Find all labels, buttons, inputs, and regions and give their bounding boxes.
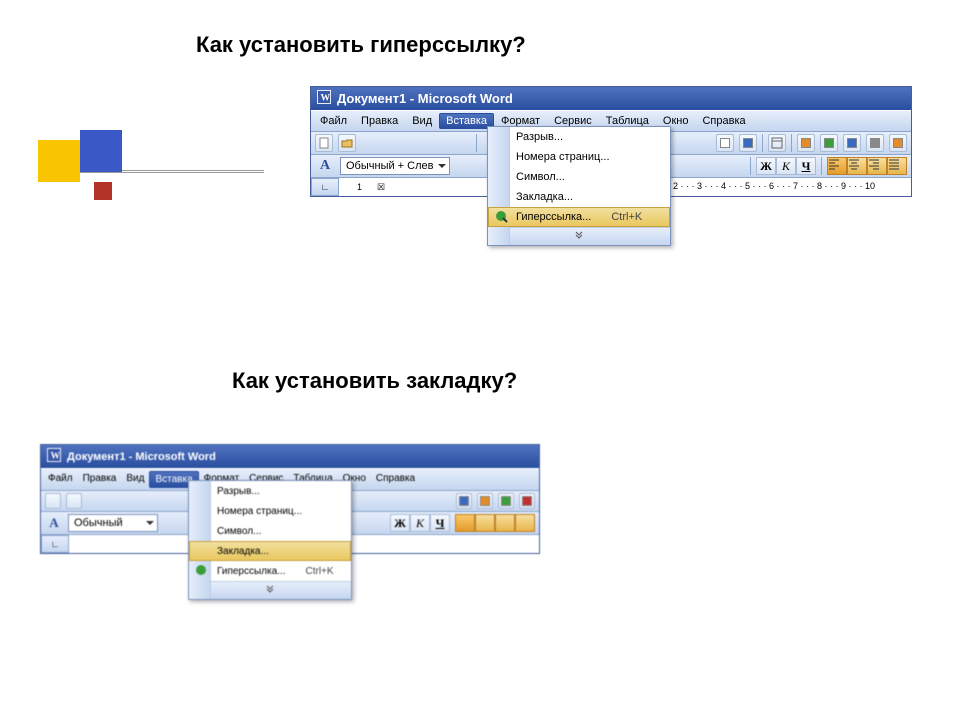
bold-button[interactable]: Ж	[756, 157, 776, 175]
dd-break[interactable]: Разрыв...	[488, 127, 670, 147]
word-app-icon: W	[47, 448, 61, 465]
style-prefix-icon: A	[45, 515, 63, 531]
italic-button[interactable]: К	[410, 514, 430, 532]
dd-hyperlink[interactable]: Гиперссылка... Ctrl+K	[189, 561, 351, 581]
align-right-button[interactable]	[495, 514, 515, 532]
ruler-corner: ∟	[41, 535, 69, 553]
toolbar-btn[interactable]	[716, 134, 734, 152]
menu-file[interactable]: Файл	[313, 113, 354, 129]
bold-button[interactable]: Ж	[390, 514, 410, 532]
window-titlebar-2: W Документ1 - Microsoft Word	[41, 445, 539, 468]
toolbar-btn[interactable]	[843, 134, 861, 152]
globe-link-icon	[494, 209, 510, 225]
toolbar-btn[interactable]	[477, 493, 493, 509]
window-title: Документ1 - Microsoft Word	[337, 91, 513, 106]
align-left-button[interactable]	[455, 514, 475, 532]
dd-bookmark[interactable]: Закладка...	[189, 541, 351, 561]
toolbar-btn[interactable]	[498, 493, 514, 509]
heading-bookmark: Как установить закладку?	[232, 368, 517, 394]
menu-help[interactable]: Справка	[695, 113, 752, 129]
open-icon[interactable]	[66, 493, 82, 509]
insert-dropdown: Разрыв... Номера страниц... Символ... За…	[487, 126, 671, 246]
heading-hyperlink: Как установить гиперссылку?	[196, 32, 526, 58]
menu-file[interactable]: Файл	[43, 471, 78, 488]
new-doc-icon[interactable]	[315, 134, 333, 152]
menu-insert[interactable]: Вставка	[439, 113, 494, 129]
align-justify-button[interactable]	[887, 157, 907, 175]
window-titlebar: W Документ1 - Microsoft Word	[311, 87, 911, 110]
toolbar-btn[interactable]	[797, 134, 815, 152]
window-title-2: Документ1 - Microsoft Word	[67, 451, 216, 463]
toolbar-btn[interactable]	[820, 134, 838, 152]
dd-hyperlink[interactable]: Гиперссылка... Ctrl+K	[488, 207, 670, 227]
word-window-2: W Документ1 - Microsoft Word Файл Правка…	[40, 444, 540, 554]
screenshot-hyperlink: W Документ1 - Microsoft Word Файл Правка…	[310, 86, 912, 197]
new-doc-icon[interactable]	[45, 493, 61, 509]
open-icon[interactable]	[338, 134, 356, 152]
align-left-button[interactable]	[827, 157, 847, 175]
word-window: W Документ1 - Microsoft Word Файл Правка…	[310, 86, 912, 197]
insert-dropdown-2: Разрыв... Номера страниц... Символ... За…	[188, 480, 352, 600]
menu-edit[interactable]: Правка	[354, 113, 405, 129]
menu-help[interactable]: Справка	[371, 471, 420, 488]
menu-view[interactable]: Вид	[121, 471, 149, 488]
dd-page-numbers[interactable]: Номера страниц...	[488, 147, 670, 167]
menu-edit[interactable]: Правка	[78, 471, 122, 488]
dd-symbol[interactable]: Символ...	[488, 167, 670, 187]
style-prefix-icon: A	[315, 158, 335, 174]
toolbar-btn[interactable]	[768, 134, 786, 152]
dd-expand-chevron[interactable]	[488, 227, 670, 245]
style-combo-2[interactable]: Обычный	[68, 514, 158, 532]
menu-view[interactable]: Вид	[405, 113, 439, 129]
alignment-buttons	[827, 157, 907, 175]
word-app-icon: W	[317, 90, 331, 107]
align-justify-button[interactable]	[515, 514, 535, 532]
svg-text:W: W	[51, 451, 61, 462]
toolbar-btn[interactable]	[456, 493, 472, 509]
ruler-corner: ∟	[311, 178, 339, 196]
align-center-button[interactable]	[847, 157, 867, 175]
bold-italic-underline: Ж К Ч	[756, 157, 816, 175]
toolbar-btn[interactable]	[739, 134, 757, 152]
toolbar-btn[interactable]	[889, 134, 907, 152]
dd-symbol[interactable]: Символ...	[189, 521, 351, 541]
underline-button[interactable]: Ч	[796, 157, 816, 175]
italic-button[interactable]: К	[776, 157, 796, 175]
globe-link-icon	[194, 563, 210, 579]
toolbar-btn[interactable]	[866, 134, 884, 152]
align-center-button[interactable]	[475, 514, 495, 532]
svg-text:W: W	[321, 93, 331, 104]
dd-expand-chevron[interactable]	[189, 581, 351, 599]
underline-button[interactable]: Ч	[430, 514, 450, 532]
toolbar-btn[interactable]	[519, 493, 535, 509]
dd-bookmark[interactable]: Закладка...	[488, 187, 670, 207]
dd-page-numbers[interactable]: Номера страниц...	[189, 501, 351, 521]
dd-break[interactable]: Разрыв...	[189, 481, 351, 501]
style-combo[interactable]: Обычный + Слев	[340, 157, 450, 175]
align-right-button[interactable]	[867, 157, 887, 175]
screenshot-bookmark: W Документ1 - Microsoft Word Файл Правка…	[40, 444, 540, 554]
